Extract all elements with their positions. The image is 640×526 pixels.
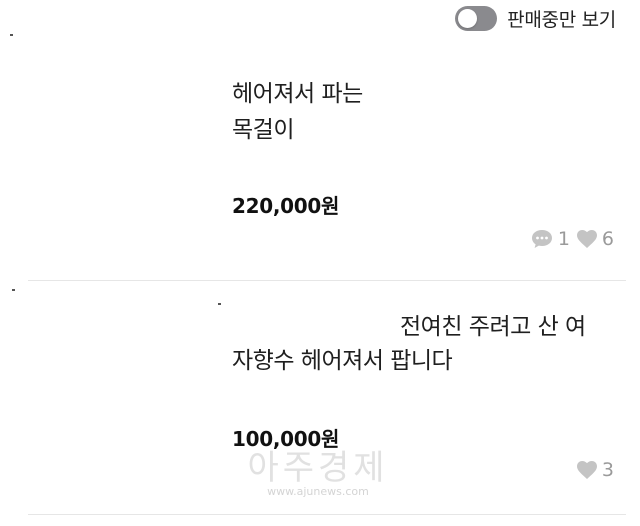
comment-count-value: 1 xyxy=(557,228,570,250)
listing-title-line: 전여친 주려고 산 여 xyxy=(400,314,586,340)
listing-divider xyxy=(28,514,626,515)
on-sale-toggle[interactable] xyxy=(455,5,498,31)
listing-stats: 1 6 xyxy=(530,228,614,250)
listing-title-line: 헤어져서 파는 xyxy=(232,81,363,107)
toggle-knob xyxy=(458,8,478,28)
listing-divider xyxy=(28,280,626,281)
listing-title-line: 목걸이 xyxy=(232,117,294,143)
listing-stats: 3 xyxy=(576,459,614,481)
marketplace-screen: 판매중만 보기 헤어져서 파는 목걸이 220,000원 1 6 전여친 주려고… xyxy=(0,0,640,526)
listing-item[interactable]: 전여친 주려고 산 여 자향수 헤어져서 팝니다 100,000원 3 xyxy=(0,283,640,515)
comment-count: 1 xyxy=(530,228,570,250)
like-count-value: 3 xyxy=(601,459,614,481)
on-sale-filter[interactable]: 판매중만 보기 xyxy=(455,4,616,32)
heart-icon xyxy=(576,460,598,480)
listing-item[interactable]: 헤어져서 파는 목걸이 220,000원 1 6 xyxy=(0,32,640,282)
like-count: 6 xyxy=(576,228,614,250)
listing-price: 220,000원 xyxy=(232,194,340,218)
comment-bubble-icon xyxy=(530,228,554,250)
heart-icon xyxy=(576,229,598,249)
listing-price: 100,000원 xyxy=(232,427,340,451)
listing-title-line: 자향수 헤어져서 팝니다 xyxy=(232,348,453,374)
on-sale-filter-label: 판매중만 보기 xyxy=(507,8,616,31)
like-count-value: 6 xyxy=(601,228,614,250)
like-count: 3 xyxy=(576,459,614,481)
